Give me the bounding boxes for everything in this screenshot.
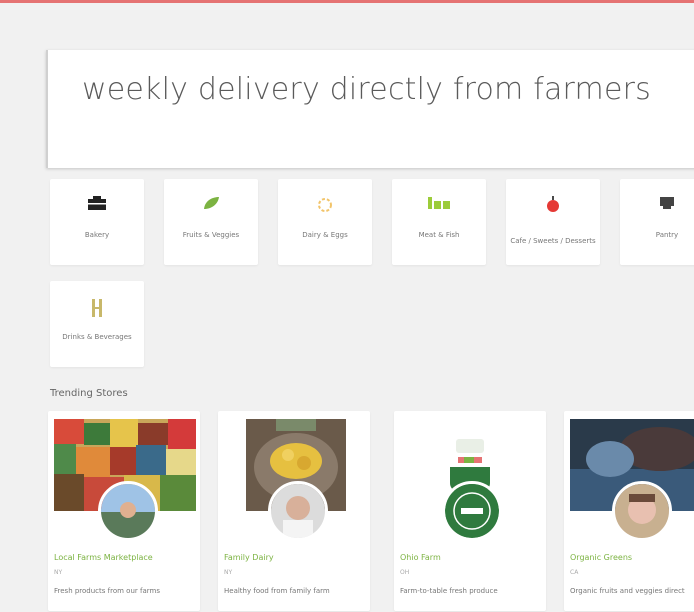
- bottle-icon: [89, 297, 105, 323]
- category-cafe-sweets[interactable]: Cafe / Sweets / Desserts: [506, 179, 600, 265]
- store-name[interactable]: Local Farms Marketplace: [54, 553, 153, 562]
- category-bakery[interactable]: Bakery: [50, 179, 144, 265]
- category-label: Drinks & Beverages: [62, 333, 132, 341]
- category-label: Cafe / Sweets / Desserts: [510, 237, 596, 245]
- category-drinks[interactable]: Drinks & Beverages: [50, 281, 144, 367]
- leaf-icon: [201, 195, 221, 215]
- store-card[interactable]: Family Dairy NY Healthy food from family…: [218, 411, 370, 611]
- egg-icon: [314, 195, 336, 219]
- bread-box-icon: [87, 195, 107, 215]
- store-avatar: [98, 481, 158, 541]
- store-location: CA: [570, 569, 579, 576]
- category-label: Pantry: [655, 231, 679, 239]
- page-background: weekly delivery directly from farmers Ba…: [0, 3, 694, 612]
- store-description: Farm-to-table fresh produce: [400, 587, 498, 595]
- category-label: Fruits & Veggies: [182, 231, 240, 239]
- hero-banner: weekly delivery directly from farmers: [46, 50, 694, 168]
- store-card[interactable]: Local Farms Marketplace NY Fresh product…: [48, 411, 200, 611]
- store-location: NY: [224, 569, 233, 576]
- section-title: Trending Stores: [50, 388, 128, 399]
- store-description: Organic fruits and veggies direct: [570, 587, 685, 595]
- store-name[interactable]: Ohio Farm: [400, 553, 441, 562]
- store-name[interactable]: Organic Greens: [570, 553, 632, 562]
- store-avatar: [442, 481, 502, 541]
- category-label: Meat & Fish: [418, 231, 460, 239]
- apple-icon: [545, 195, 561, 217]
- category-meat-fish[interactable]: Meat & Fish: [392, 179, 486, 265]
- pantry-icon: [658, 195, 676, 215]
- meat-icon: [427, 195, 451, 215]
- store-location: NY: [54, 569, 63, 576]
- category-label: Bakery: [84, 231, 110, 239]
- store-avatar: [268, 481, 328, 541]
- store-card[interactable]: Organic Greens CA Organic fruits and veg…: [564, 411, 694, 611]
- category-pantry[interactable]: Pantry: [620, 179, 694, 265]
- store-description: Healthy food from family farm: [224, 587, 330, 595]
- category-dairy-eggs[interactable]: Dairy & Eggs: [278, 179, 372, 265]
- hero-text: weekly delivery directly from farmers: [82, 72, 651, 107]
- store-location: OH: [400, 569, 410, 576]
- store-name[interactable]: Family Dairy: [224, 553, 274, 562]
- store-description: Fresh products from our farms: [54, 587, 160, 595]
- category-fruits-veggies[interactable]: Fruits & Veggies: [164, 179, 258, 265]
- category-label: Dairy & Eggs: [302, 231, 348, 239]
- store-card[interactable]: Ohio Farm OH Farm-to-table fresh produce: [394, 411, 546, 611]
- store-avatar: [612, 481, 672, 541]
